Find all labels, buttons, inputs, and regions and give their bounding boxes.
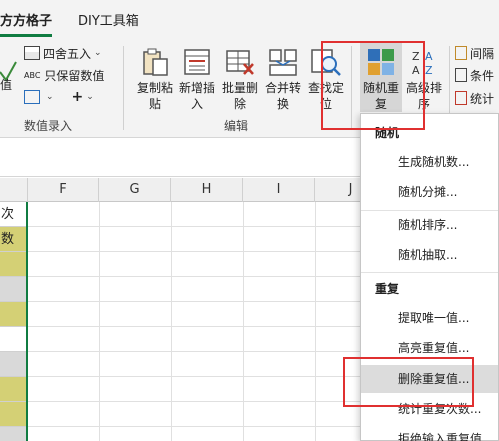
cell[interactable] [0,427,26,441]
condition-button[interactable]: 条件 [455,66,494,84]
group-label-edit: 编辑 [224,119,249,133]
menu-item-random-sort[interactable]: 随机排序... [361,211,498,239]
insert-label-1: 新增插 [178,81,215,95]
merge-cells-icon [269,49,297,76]
keep-value-label: 只保留数值 [44,68,105,83]
menu-item-reject-duplicates[interactable]: 拒绝输入重复值... [361,425,498,441]
copy-paste-button[interactable]: 复制粘 贴 [133,42,177,114]
insert-button[interactable]: 新增插 入 [175,42,219,114]
batch-delete-label-2: 除 [233,97,246,111]
annotation-box-random-button [321,41,425,130]
insert-label-2: 入 [190,97,203,111]
tab-diy-toolbox[interactable]: DIY工具箱 [78,10,139,29]
chevron-down-icon: ⌄ [94,48,102,58]
merge-convert-button[interactable]: 合并转 换 [261,42,305,114]
merge-label-1: 合并转 [264,81,301,95]
chevron-down-icon[interactable]: ⌄ [86,92,94,102]
interval-button[interactable]: 间隔 [455,44,494,62]
cell[interactable] [0,402,26,427]
cell[interactable] [0,252,26,277]
insert-rows-icon [184,49,210,75]
chevron-down-icon[interactable]: ⌄ [46,92,54,102]
menu-item-generate-random[interactable]: 生成随机数... [361,148,498,176]
column-header-f[interactable]: F [28,178,99,202]
round-icon [24,46,40,60]
column-header-g[interactable]: G [99,178,171,202]
cell[interactable] [0,302,26,327]
section-title-repeat: 重复 [375,282,400,296]
copy-paste-label-1: 复制粘 [136,81,173,95]
cell-e-header[interactable]: 次数 [0,202,26,247]
cell[interactable] [0,327,26,352]
column-header-i[interactable]: I [243,178,315,202]
tab-fangfanggezi[interactable]: 方方格子 [0,10,53,37]
statistics-label: 统计 [470,91,495,106]
group-label-numeric: 数值录入 [24,119,73,133]
group-separator [123,46,124,130]
condition-icon [455,68,467,82]
batch-delete-label-1: 批量删 [221,81,258,95]
plus-icon[interactable]: + [72,89,84,105]
interval-label: 间隔 [470,46,495,61]
batch-delete-button[interactable]: 批量删 除 [218,42,262,114]
keep-value-button[interactable]: ABC 只保留数值 [24,66,104,84]
svg-text:A: A [425,50,433,63]
cell[interactable] [0,377,26,402]
column-header-e[interactable] [0,178,28,202]
abc-icon: ABC [24,70,41,80]
edit-cell-icon[interactable] [24,90,40,104]
round-label: 四舍五入 [43,46,92,61]
clipboard-icon [143,48,168,76]
interval-icon [455,46,467,60]
statistics-button[interactable]: 统计 [455,89,494,107]
column-e-cells: 次数 [0,202,28,441]
round-button[interactable]: 四舍五入 ⌄ [24,44,102,62]
cell[interactable] [0,352,26,377]
svg-text:Z: Z [425,64,433,77]
column-header-h[interactable]: H [171,178,243,202]
numeric-tools-row: ⌄ + ⌄ [24,88,94,106]
ribbon-tab-bar: 方方格子 DIY工具箱 [0,0,499,40]
copy-paste-label-2: 贴 [148,97,161,111]
cell[interactable] [0,277,26,302]
menu-item-random-split[interactable]: 随机分摊... [361,178,498,206]
delete-grid-icon [226,50,254,75]
menu-item-extract-unique[interactable]: 提取唯一值... [361,304,498,332]
condition-label: 条件 [470,68,495,83]
merge-label-2: 换 [276,97,289,111]
menu-item-random-pick[interactable]: 随机抽取... [361,241,498,269]
statistics-icon [455,91,467,105]
value-label-fragment[interactable]: 值 [0,76,12,93]
menu-divider [361,272,498,273]
annotation-box-remove-duplicates [343,357,474,407]
